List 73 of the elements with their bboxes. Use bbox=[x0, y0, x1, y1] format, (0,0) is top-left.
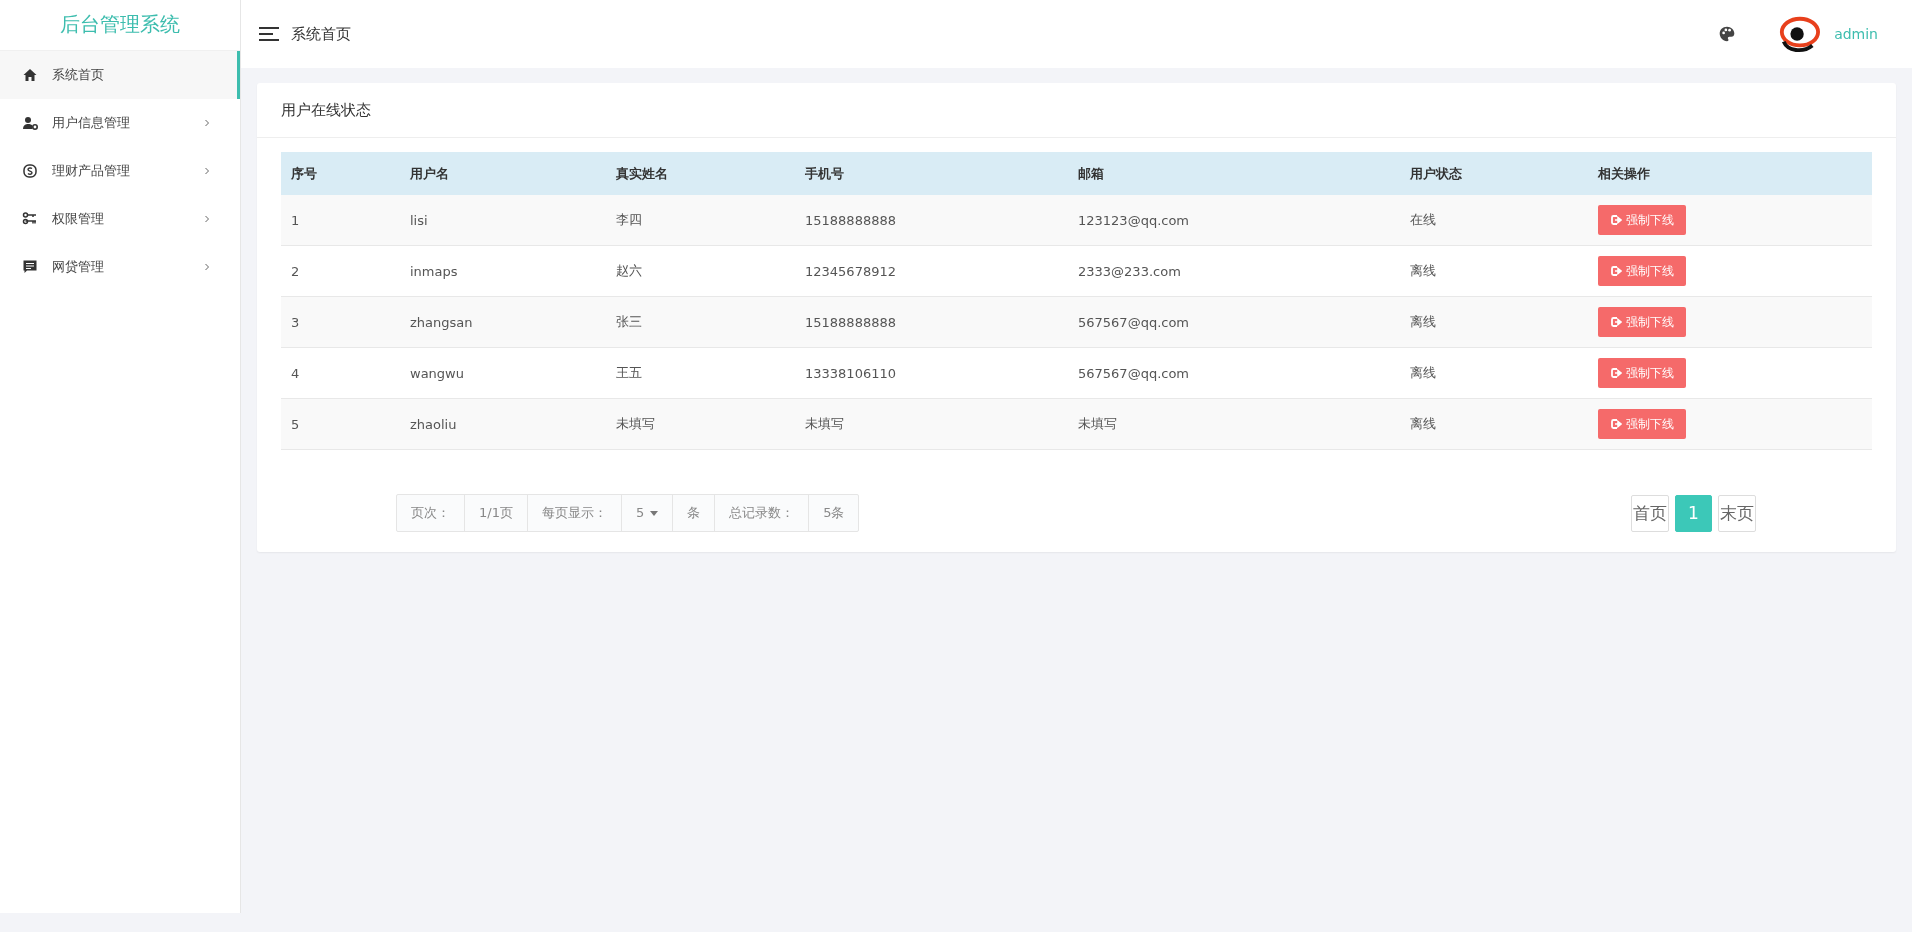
pagination-label: 条 bbox=[672, 495, 715, 531]
table-cell: 12345678912 bbox=[795, 245, 1068, 297]
table-cell: 未填写 bbox=[795, 398, 1068, 450]
table-cell: 13338106110 bbox=[795, 347, 1068, 399]
sign-out-icon bbox=[1610, 265, 1622, 277]
sign-out-icon bbox=[1610, 367, 1622, 379]
column-header: 序号 bbox=[281, 152, 400, 195]
table-cell: 离线 bbox=[1400, 347, 1588, 399]
sidebar-item[interactable]: 系统首页 bbox=[0, 51, 240, 99]
table-cell: 123123@qq.com bbox=[1068, 195, 1400, 246]
breadcrumb: 系统首页 bbox=[291, 24, 351, 44]
table-cell: 张三 bbox=[606, 296, 795, 348]
table-cell: 1 bbox=[281, 195, 400, 246]
column-header: 用户状态 bbox=[1400, 152, 1588, 195]
pagination-label: 页次： bbox=[410, 504, 451, 522]
table-cell: zhangsan bbox=[400, 296, 606, 348]
sidebar-item[interactable]: 网贷管理 bbox=[0, 243, 240, 291]
sign-out-icon bbox=[1610, 418, 1622, 430]
table-cell: 2 bbox=[281, 245, 400, 297]
table-cell: 567567@qq.com bbox=[1068, 296, 1400, 348]
table-cell: 3 bbox=[281, 296, 400, 348]
sidebar-item[interactable]: 权限管理 bbox=[0, 195, 240, 243]
sign-out-icon bbox=[1610, 214, 1622, 226]
user-gear-icon bbox=[22, 115, 38, 131]
palette-icon[interactable] bbox=[1718, 25, 1737, 43]
table-cell: 赵六 bbox=[606, 245, 795, 297]
card-title: 用户在线状态 bbox=[257, 83, 1896, 138]
table-cell: 在线 bbox=[1400, 195, 1588, 246]
pagination-value: 5条 bbox=[808, 495, 859, 531]
table-cell: 15188888888 bbox=[795, 296, 1068, 348]
page-size-select[interactable]: 5 bbox=[620, 495, 673, 531]
coin-s-icon bbox=[22, 163, 38, 179]
table-cell: 2333@233.com bbox=[1068, 245, 1400, 297]
table-cell: 4 bbox=[281, 347, 400, 399]
table-cell: 离线 bbox=[1400, 296, 1588, 348]
menu-icon[interactable] bbox=[259, 27, 279, 41]
table-cell: 5 bbox=[281, 398, 400, 450]
page-button[interactable]: 1 bbox=[1675, 494, 1712, 532]
force-offline-button[interactable]: 强制下线 bbox=[1598, 307, 1686, 337]
table-cell: 15188888888 bbox=[795, 195, 1068, 246]
sidebar-item[interactable]: 用户信息管理 bbox=[0, 99, 240, 147]
column-header: 用户名 bbox=[400, 152, 606, 195]
table-cell: lisi bbox=[400, 195, 606, 246]
pagination-value: 1/1页 bbox=[464, 495, 527, 531]
column-header: 真实姓名 bbox=[606, 152, 795, 195]
sidebar-item[interactable]: 理财产品管理 bbox=[0, 147, 240, 195]
column-header: 相关操作 bbox=[1588, 152, 1872, 195]
pagination-label: 每页显示： bbox=[526, 495, 621, 531]
table-cell: 离线 bbox=[1400, 245, 1588, 297]
table-cell: 未填写 bbox=[1068, 398, 1400, 450]
table-cell: zhaoliu bbox=[400, 398, 606, 450]
key-icon bbox=[22, 211, 38, 227]
caret-icon bbox=[650, 510, 659, 516]
table-cell: 567567@qq.com bbox=[1068, 347, 1400, 399]
force-offline-button[interactable]: 强制下线 bbox=[1598, 358, 1686, 388]
column-header: 邮箱 bbox=[1068, 152, 1400, 195]
username[interactable]: admin bbox=[1834, 26, 1878, 42]
message-icon bbox=[22, 259, 38, 275]
force-offline-button[interactable]: 强制下线 bbox=[1598, 409, 1686, 439]
force-offline-button[interactable]: 强制下线 bbox=[1598, 256, 1686, 286]
page-button[interactable]: 末页 bbox=[1718, 494, 1756, 532]
table-cell: inmaps bbox=[400, 245, 606, 297]
pagination-label: 总记录数： bbox=[714, 495, 809, 531]
sign-out-icon bbox=[1610, 316, 1622, 328]
table-cell: 李四 bbox=[606, 195, 795, 246]
home-icon bbox=[22, 67, 38, 83]
force-offline-button[interactable]: 强制下线 bbox=[1598, 205, 1686, 235]
page-button[interactable]: 首页 bbox=[1631, 494, 1669, 532]
table-cell: 王五 bbox=[606, 347, 795, 399]
table-cell: wangwu bbox=[400, 347, 606, 399]
table-cell: 离线 bbox=[1400, 398, 1588, 450]
column-header: 手机号 bbox=[795, 152, 1068, 195]
table-cell: 未填写 bbox=[606, 398, 795, 450]
